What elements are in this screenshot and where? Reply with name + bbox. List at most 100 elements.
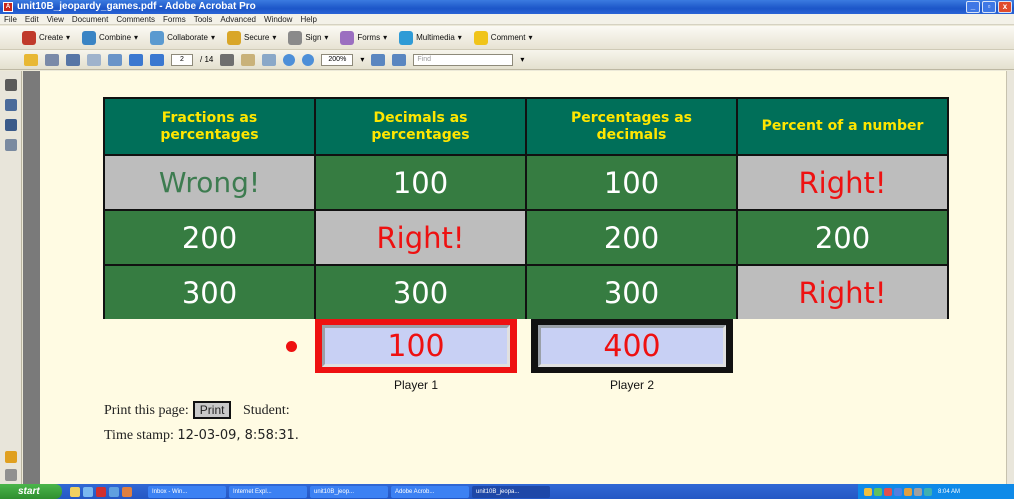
taskbar-item[interactable]: unit10B_jeop... (310, 485, 388, 498)
zoom-dropdown-icon[interactable]: ▾ (360, 55, 364, 64)
player2-label: Player 2 (609, 378, 655, 392)
fit-width-icon[interactable] (371, 53, 386, 66)
restore-button[interactable]: ▫ (982, 1, 996, 13)
browser-icon[interactable] (83, 486, 93, 497)
previous-page-icon[interactable] (129, 53, 143, 66)
tray-icon[interactable] (874, 487, 882, 496)
next-page-icon[interactable] (150, 53, 164, 66)
minimize-button[interactable]: _ (966, 1, 980, 13)
menu-advanced[interactable]: Advanced (220, 14, 256, 24)
tray-icon[interactable] (904, 487, 912, 496)
open-folder-icon[interactable] (24, 53, 38, 66)
select-tool-icon[interactable] (220, 53, 235, 66)
menu-forms[interactable]: Forms (163, 14, 186, 24)
question-cell[interactable]: 300 (527, 266, 736, 319)
secure-label: Secure (244, 33, 270, 42)
bookmarks-icon[interactable] (5, 99, 17, 111)
acrobat-icon[interactable] (96, 486, 106, 497)
hand-key-icon[interactable] (5, 451, 17, 463)
zoom-in-icon[interactable] (302, 53, 315, 66)
combine-label: Combine (99, 33, 132, 42)
title-bar: A unit10B_jeopardy_games.pdf - Adobe Acr… (0, 0, 1014, 14)
question-cell[interactable]: Right! (738, 156, 947, 209)
player1-score-box: 100 (315, 319, 517, 373)
mail-icon[interactable] (109, 486, 119, 497)
menu-file[interactable]: File (4, 14, 17, 24)
print-button[interactable]: Print (192, 401, 232, 419)
marquee-zoom-icon[interactable] (262, 53, 277, 66)
tray-icon[interactable] (924, 487, 932, 496)
taskbar-item[interactable]: unit10B_jeopa... (472, 485, 550, 498)
layers-icon[interactable] (5, 119, 17, 131)
menu-edit[interactable]: Edit (25, 14, 39, 24)
menu-document[interactable]: Document (72, 14, 108, 24)
tray-icon[interactable] (884, 487, 892, 496)
create-icon (22, 30, 36, 45)
zoom-out-icon[interactable] (283, 53, 296, 66)
vertical-scrollbar[interactable] (1006, 71, 1014, 484)
forms-button[interactable]: Forms ▾ (340, 30, 387, 45)
menu-tools[interactable]: Tools (194, 14, 213, 24)
print-icon[interactable] (45, 53, 59, 66)
question-cell[interactable]: 100 (316, 156, 525, 209)
page-number-input[interactable]: 2 (171, 53, 193, 66)
attachment-icon[interactable] (5, 469, 17, 481)
find-input[interactable]: Find (413, 53, 514, 66)
timestamp-line: Time stamp: 12-03-09, 8:58:31. (104, 428, 299, 444)
question-cell[interactable]: Wrong! (105, 156, 314, 209)
sign-label: Sign (305, 33, 322, 42)
forms-icon (340, 30, 355, 45)
email-icon[interactable] (87, 53, 101, 66)
navigation-panel (0, 71, 22, 484)
question-cell[interactable]: 300 (105, 266, 314, 319)
menu-help[interactable]: Help (300, 14, 316, 24)
create-button[interactable]: Create ▾ (22, 30, 70, 45)
pages-icon[interactable] (5, 79, 17, 91)
collaborate-button[interactable]: Collaborate ▾ (150, 30, 215, 45)
question-cell[interactable]: 200 (738, 211, 947, 264)
fit-page-icon[interactable] (392, 53, 407, 66)
menu-bar: File Edit View Document Comments Forms T… (0, 14, 1014, 25)
find-dropdown-icon[interactable]: ▾ (520, 55, 524, 64)
question-cell[interactable]: 200 (105, 211, 314, 264)
navigation-toolbar: 2 / 14 200% ▾ Find ▾ (0, 50, 1014, 70)
hand-tool-icon[interactable] (241, 53, 256, 66)
taskbar-item[interactable]: Adobe Acrob... (391, 485, 469, 498)
taskbar-item[interactable]: Internet Expl... (229, 485, 307, 498)
pen-icon (288, 30, 303, 45)
category-header: Percentages as decimals (527, 99, 736, 154)
question-cell[interactable]: Right! (738, 266, 947, 319)
category-header: Fractions as percentages (105, 99, 314, 154)
signatures-icon[interactable] (5, 139, 17, 151)
menu-view[interactable]: View (47, 14, 64, 24)
collaborate-icon (150, 30, 165, 45)
close-button[interactable]: x (998, 1, 1012, 13)
zoom-level-input[interactable]: 200% (321, 53, 354, 66)
multimedia-button[interactable]: Multimedia ▾ (399, 30, 462, 45)
taskbar-item[interactable]: Inbox - Win... (148, 485, 226, 498)
print-label: Print this page: (104, 403, 189, 418)
menu-comments[interactable]: Comments (116, 14, 155, 24)
menu-window[interactable]: Window (264, 14, 292, 24)
tray-icon[interactable] (864, 487, 872, 496)
task-toolbar: Create ▾ Combine ▾ Collaborate ▾ Secure … (0, 26, 1014, 50)
task-buttons: Inbox - Win... Internet Expl... unit10B_… (148, 485, 550, 498)
question-cell[interactable]: 300 (316, 266, 525, 319)
forms-label: Forms (357, 33, 381, 42)
question-cell[interactable]: 100 (527, 156, 736, 209)
multimedia-label: Multimedia (416, 33, 455, 42)
page-icon[interactable] (108, 53, 122, 66)
save-icon[interactable] (66, 53, 80, 66)
player1-score: 100 (322, 325, 510, 367)
tray-icon[interactable] (894, 487, 902, 496)
tray-icon[interactable] (914, 487, 922, 496)
media-icon[interactable] (122, 486, 132, 497)
comment-button[interactable]: Comment ▾ (473, 30, 533, 45)
question-cell[interactable]: Right! (316, 211, 525, 264)
desktop-icon[interactable] (70, 486, 80, 497)
question-cell[interactable]: 200 (527, 211, 736, 264)
combine-button[interactable]: Combine ▾ (82, 30, 138, 45)
secure-button[interactable]: Secure ▾ (227, 30, 276, 45)
sign-button[interactable]: Sign ▾ (288, 30, 328, 45)
start-button[interactable]: start (0, 484, 62, 499)
